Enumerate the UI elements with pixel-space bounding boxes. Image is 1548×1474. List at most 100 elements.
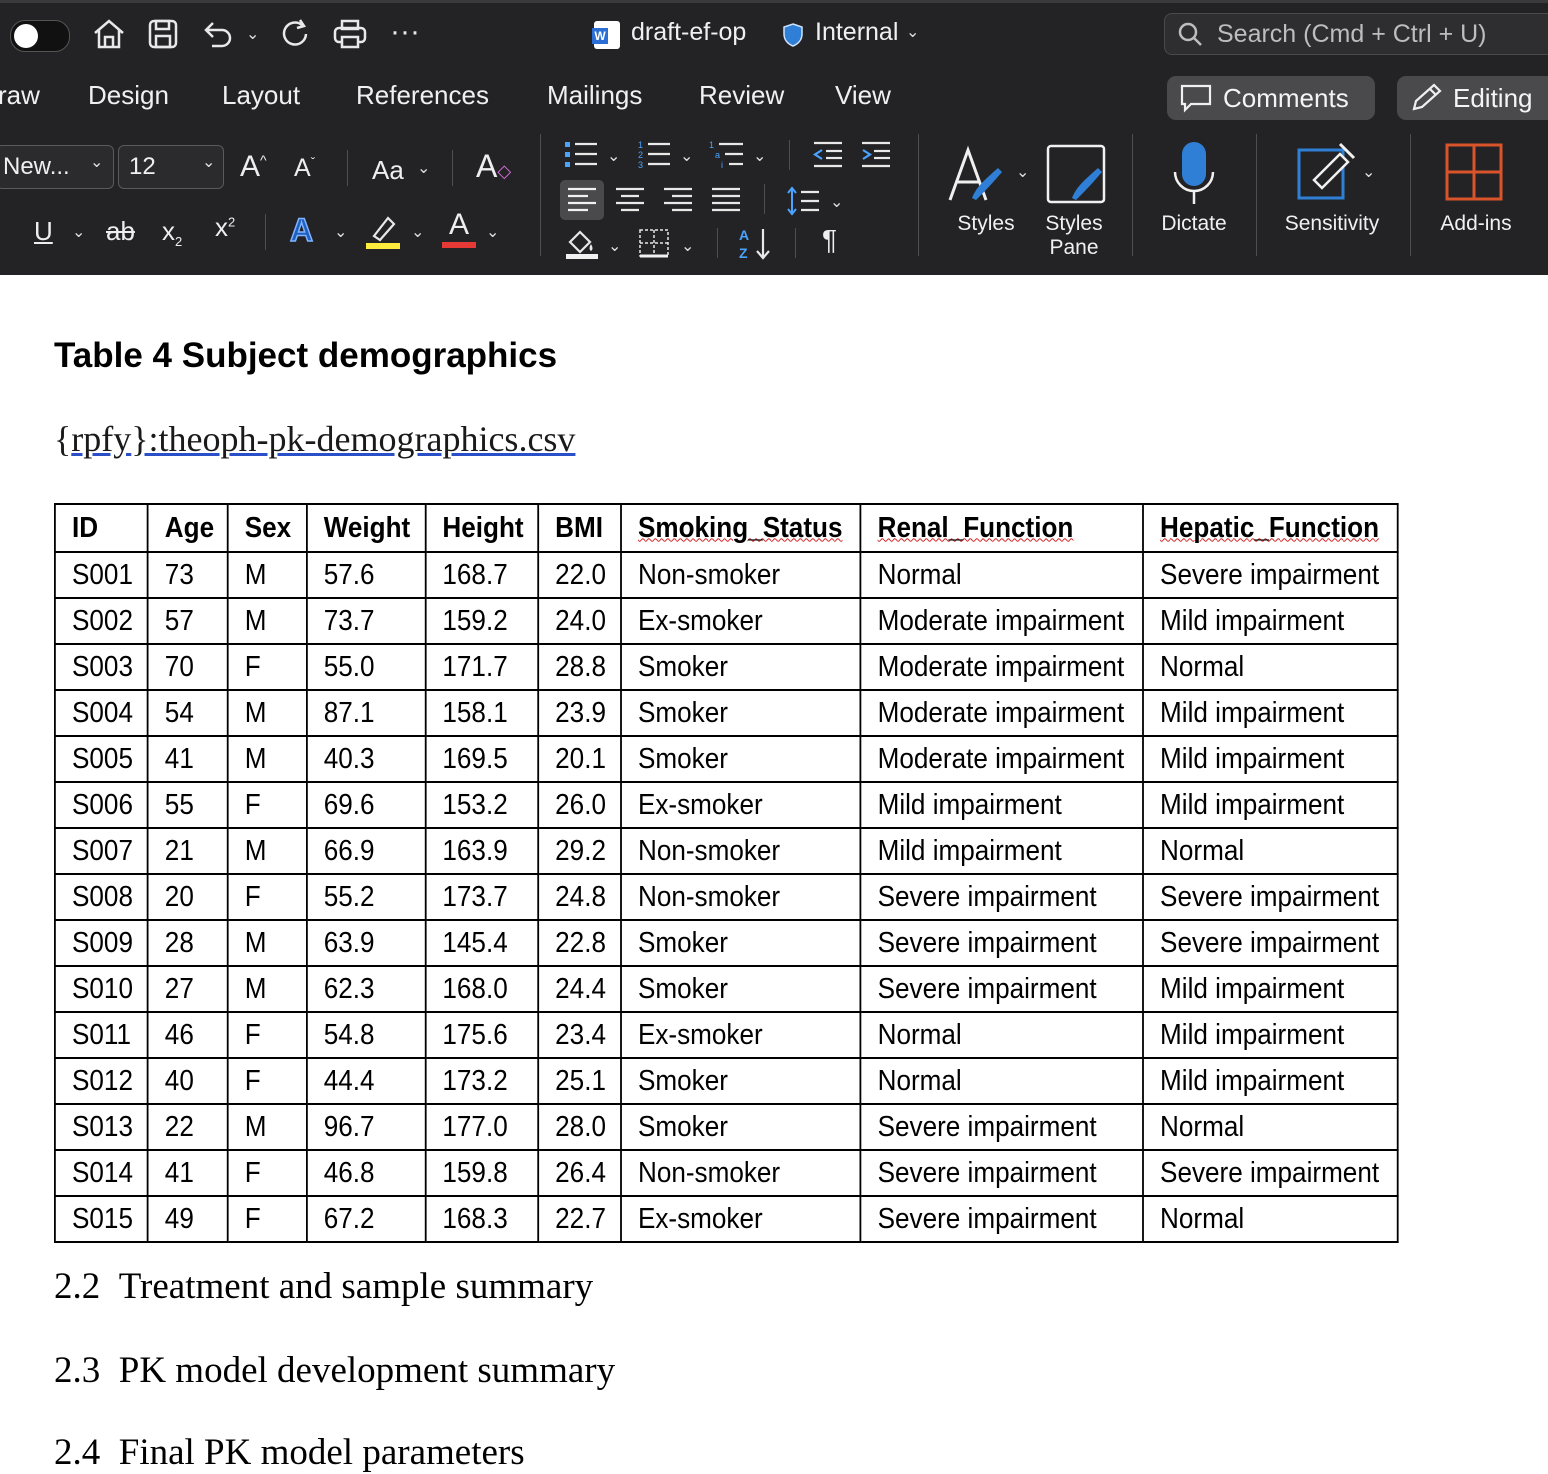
editing-button[interactable]: Editing [1397, 76, 1548, 120]
table-cell: 73 [146, 551, 229, 599]
numbering-icon[interactable]: 123 [638, 140, 672, 170]
font-color-icon[interactable]: A [442, 210, 476, 250]
styles-pane-label-2: Pane [1049, 236, 1099, 259]
table-cell: Smoker [619, 1103, 862, 1151]
table-header-row: ID Age Sex Weight Height BMI Smoking_Sta… [53, 503, 1399, 553]
grow-font-icon[interactable]: A^ [240, 150, 267, 184]
decrease-indent-icon[interactable] [812, 140, 844, 168]
search-placeholder: Search (Cmd + Ctrl + U) [1217, 19, 1487, 48]
heading-text: Treatment and sample summary [118, 1266, 594, 1307]
undo-icon[interactable] [200, 18, 234, 50]
bullets-icon[interactable] [565, 140, 599, 170]
sensitivity-label[interactable]: Internal [815, 18, 898, 47]
heading-text: Final PK model parameters [118, 1432, 525, 1473]
table-cell: Severe impairment [859, 919, 1144, 967]
strikethrough-icon[interactable]: ab [106, 216, 135, 247]
borders-chevron-icon[interactable]: ⌄ [681, 236, 694, 256]
print-icon[interactable] [332, 18, 368, 50]
table-cell: 66.9 [305, 827, 427, 875]
underline-icon[interactable]: U [34, 216, 53, 247]
table-row: S008 20 F 55.2 173.7 24.8 Non-smoker Severe imp… [53, 873, 1399, 921]
numbering-chevron-icon[interactable]: ⌄ [680, 146, 693, 166]
text-effects-icon[interactable]: A [289, 211, 314, 249]
table-cell: 168.0 [424, 965, 539, 1013]
shrink-font-icon[interactable]: Aˇ [294, 154, 315, 183]
styles-chevron-icon[interactable]: ⌄ [1016, 162, 1029, 182]
sensitivity-icon[interactable] [1296, 140, 1358, 202]
more-icon[interactable]: ··· [390, 17, 420, 47]
document-title[interactable]: draft-ef-op [631, 18, 746, 47]
tab-references[interactable]: References [356, 80, 489, 111]
tab-layout[interactable]: Layout [222, 80, 300, 111]
subscript-icon[interactable]: x2 [162, 216, 182, 249]
col-header-bmi: BMI [537, 503, 622, 553]
justify-icon[interactable] [710, 186, 742, 214]
align-right-icon[interactable] [662, 186, 694, 214]
align-center-icon[interactable] [614, 186, 646, 214]
multilevel-chevron-icon[interactable]: ⌄ [753, 146, 766, 166]
table-cell: 46.8 [305, 1149, 427, 1197]
borders-icon[interactable] [638, 228, 670, 258]
line-spacing-chevron-icon[interactable]: ⌄ [830, 192, 843, 212]
superscript-icon[interactable]: x2 [215, 212, 235, 243]
home-icon[interactable] [92, 18, 126, 50]
font-size-chevron-icon[interactable]: ⌄ [202, 152, 215, 172]
clear-formatting-icon[interactable]: A◇ [476, 148, 511, 185]
show-formatting-marks-icon[interactable]: ¶ [822, 224, 837, 256]
table-cell: Severe impairment [859, 873, 1144, 921]
microphone-icon[interactable] [1172, 140, 1216, 210]
tab-review[interactable]: Review [699, 80, 784, 111]
table-cell: 27 [146, 965, 229, 1013]
search-box[interactable]: Search (Cmd + Ctrl + U) [1164, 13, 1548, 55]
table-row: S007 21 M 66.9 163.9 29.2 Non-smoker Mild impai… [53, 827, 1399, 875]
table-cell: S007 [53, 827, 149, 875]
shading-chevron-icon[interactable]: ⌄ [608, 236, 621, 256]
multilevel-list-icon[interactable]: 1ai [709, 140, 745, 170]
bullets-chevron-icon[interactable]: ⌄ [607, 146, 620, 166]
text-effects-chevron-icon[interactable]: ⌄ [334, 222, 347, 242]
table-cell: S001 [53, 551, 149, 599]
table-cell: S003 [53, 643, 149, 691]
sort-icon[interactable]: AZ [737, 226, 775, 262]
table-row: S010 27 M 62.3 168.0 24.4 Smoker Severe impairm… [53, 965, 1399, 1013]
styles-icon[interactable] [946, 144, 1010, 208]
tab-design[interactable]: Design [88, 80, 169, 111]
table-row: S006 55 F 69.6 153.2 26.0 Ex-smoker Mild impair… [53, 781, 1399, 829]
search-icon [1178, 22, 1202, 46]
table-cell: S015 [53, 1195, 149, 1243]
line-spacing-icon[interactable] [787, 186, 821, 216]
highlight-chevron-icon[interactable]: ⌄ [411, 222, 424, 242]
font-color-chevron-icon[interactable]: ⌄ [486, 222, 499, 242]
word-doc-icon: W [592, 21, 620, 49]
autosave-toggle[interactable] [10, 20, 70, 52]
font-name-value: New... [3, 153, 70, 180]
styles-pane-icon[interactable] [1044, 142, 1108, 208]
undo-chevron-icon[interactable]: ⌄ [246, 24, 259, 44]
sensitivity-chevron-icon[interactable]: ⌄ [906, 22, 919, 42]
change-case-chevron-icon[interactable]: ⌄ [417, 158, 430, 178]
shading-icon[interactable] [564, 226, 600, 260]
save-icon[interactable] [147, 18, 179, 50]
addins-label: Add-ins [1440, 212, 1512, 235]
link-tag: rpfy [71, 419, 132, 459]
font-name-chevron-icon[interactable]: ⌄ [90, 152, 103, 172]
tab-draw[interactable]: raw [0, 80, 40, 111]
table-cell: 145.4 [424, 919, 539, 967]
sensitivity-group-chevron-icon[interactable]: ⌄ [1362, 162, 1375, 182]
tab-view[interactable]: View [835, 80, 891, 111]
source-link[interactable]: {rpfy}:theoph-pk-demographics.csv [54, 418, 575, 460]
highlight-icon[interactable] [366, 212, 402, 250]
table-cell: Normal [859, 1057, 1144, 1105]
tab-mailings[interactable]: Mailings [547, 80, 642, 111]
redo-icon[interactable] [280, 18, 312, 50]
underline-chevron-icon[interactable]: ⌄ [72, 222, 85, 242]
table-cell: Normal [859, 1011, 1144, 1059]
styles-pane-label-1: Styles [1045, 212, 1103, 235]
increase-indent-icon[interactable] [860, 140, 892, 168]
table-cell: 40.3 [305, 735, 427, 783]
svg-text:Z: Z [739, 245, 748, 261]
heading-2-3: 2.3 PK model development summary [54, 1349, 615, 1392]
addins-icon[interactable] [1444, 142, 1504, 202]
change-case-button[interactable]: Aa [372, 155, 404, 186]
comments-button[interactable]: Comments [1167, 76, 1375, 120]
